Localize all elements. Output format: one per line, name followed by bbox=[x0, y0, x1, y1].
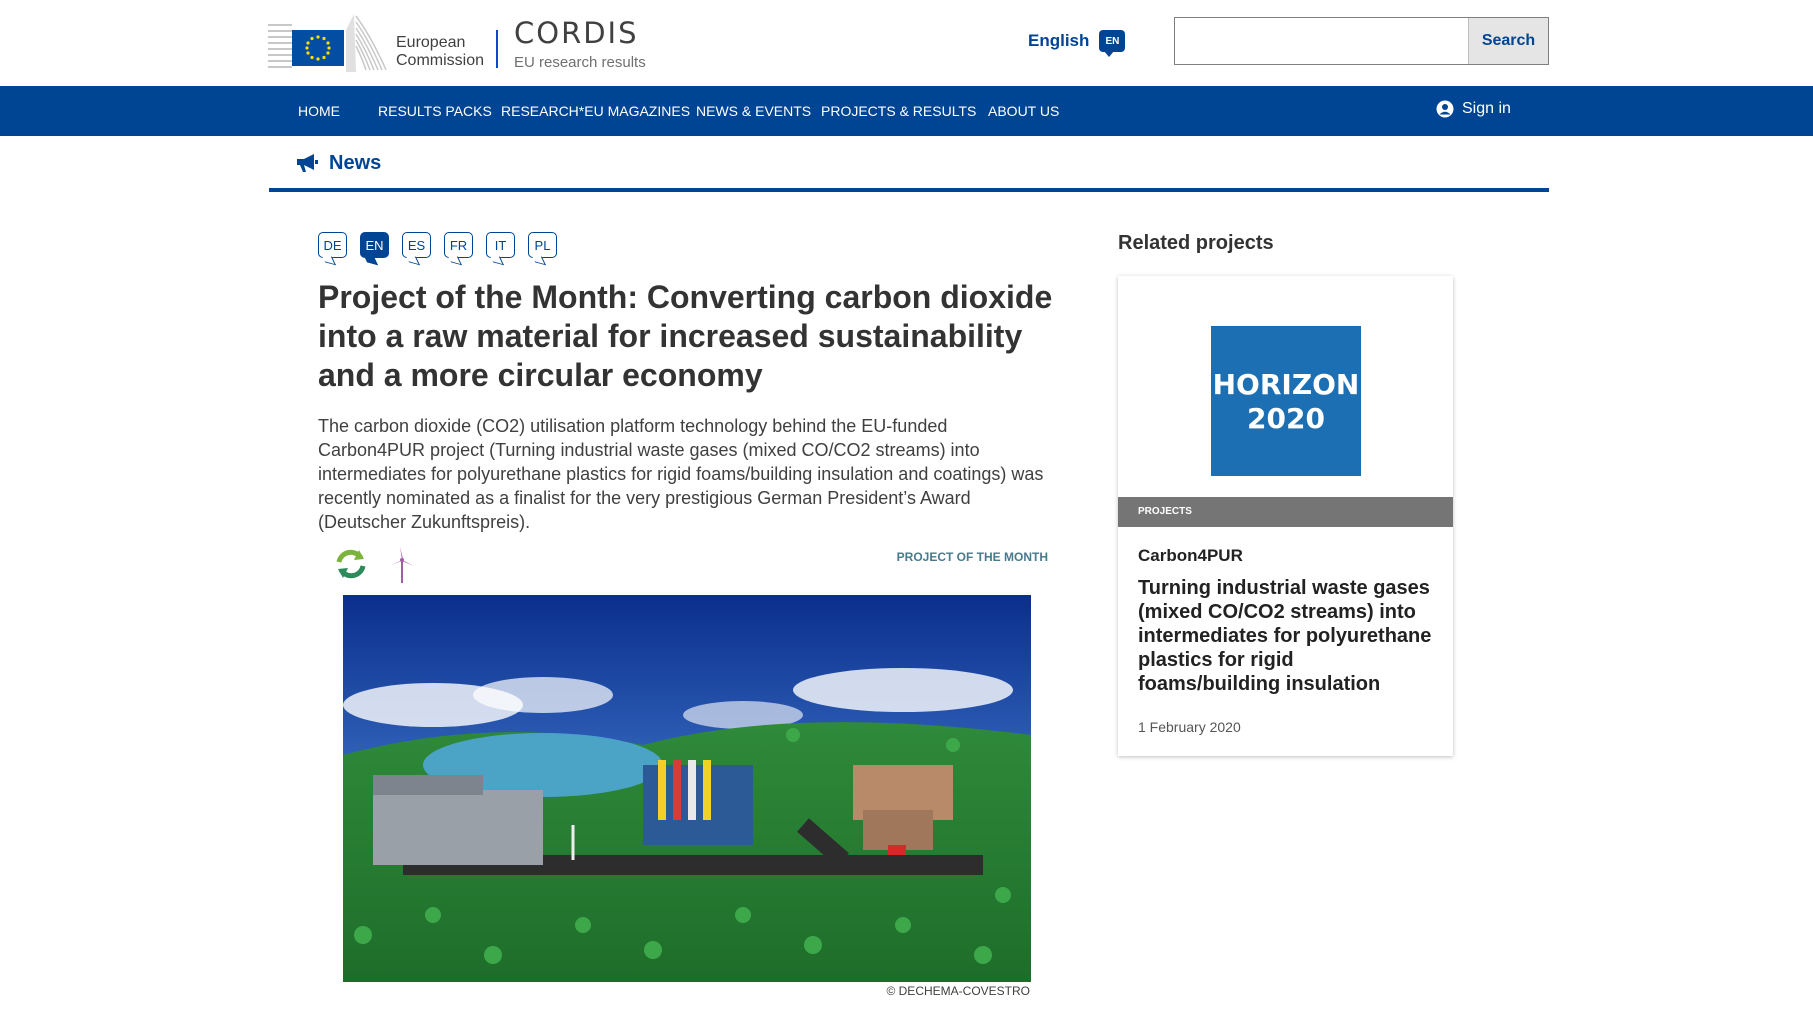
article-language-list: DE EN ES FR IT PL bbox=[318, 232, 557, 258]
nav-item-results-packs[interactable]: RESULTS PACKS bbox=[378, 103, 492, 119]
nav-item-about-us[interactable]: ABOUT US bbox=[988, 103, 1059, 119]
language-chip-es[interactable]: ES bbox=[402, 232, 431, 258]
horizon-2020-logo: HORIZON 2020 bbox=[1211, 326, 1361, 476]
language-selector[interactable]: English EN bbox=[1028, 30, 1126, 57]
language-chip-it[interactable]: IT bbox=[486, 232, 515, 258]
related-projects-heading: Related projects bbox=[1118, 232, 1274, 254]
section-title[interactable]: News bbox=[329, 152, 381, 175]
project-acronym[interactable]: Carbon4PUR bbox=[1138, 546, 1243, 566]
sign-in-label: Sign in bbox=[1462, 100, 1511, 117]
article-tag[interactable]: PROJECT OF THE MONTH bbox=[800, 550, 1048, 564]
megaphone-icon bbox=[297, 154, 318, 172]
search-button[interactable]: Search bbox=[1468, 18, 1548, 64]
language-chip-pl[interactable]: PL bbox=[528, 232, 557, 258]
project-date: 1 February 2020 bbox=[1138, 719, 1241, 735]
wind-turbine-icon[interactable] bbox=[387, 546, 417, 584]
project-title[interactable]: Turning industrial waste gases (mixed CO… bbox=[1138, 576, 1438, 696]
category-icons bbox=[333, 546, 417, 584]
search-form: Search bbox=[1174, 17, 1549, 65]
language-chip-de[interactable]: DE bbox=[318, 232, 347, 258]
sign-in-link[interactable]: Sign in bbox=[1436, 100, 1511, 118]
site-header: European Commission CORDIS EU research r… bbox=[0, 0, 1813, 86]
horizon-2020-logo-line1: HORIZON bbox=[1212, 368, 1360, 401]
related-project-card[interactable]: HORIZON 2020 PROJECTS Carbon4PUR Turning… bbox=[1118, 276, 1453, 756]
horizon-2020-logo-line2: 2020 bbox=[1247, 402, 1325, 435]
user-icon bbox=[1436, 100, 1454, 118]
search-input[interactable] bbox=[1175, 18, 1468, 64]
language-chip-en[interactable]: EN bbox=[360, 232, 389, 258]
ec-wordmark-line2: Commission bbox=[396, 52, 485, 69]
nav-item-news-events[interactable]: NEWS & EVENTS bbox=[696, 103, 811, 119]
language-label: English bbox=[1028, 31, 1090, 50]
main-navigation: HOME RESULTS PACKS RESEARCH*EU MAGAZINES… bbox=[0, 86, 1813, 136]
ec-wordmark-line1: European bbox=[396, 34, 466, 51]
image-credit: © DECHEMA-COVESTRO bbox=[886, 984, 1030, 998]
nav-item-projects-results[interactable]: PROJECTS & RESULTS bbox=[821, 103, 976, 119]
nav-item-home[interactable]: HOME bbox=[298, 103, 340, 119]
article-title: Project of the Month: Converting carbon … bbox=[318, 279, 1053, 393]
language-code-badge: EN bbox=[1099, 30, 1126, 57]
language-chip-fr[interactable]: FR bbox=[444, 232, 473, 258]
section-bar: News bbox=[269, 138, 1549, 192]
nav-item-research-eu-magazines[interactable]: RESEARCH*EU MAGAZINES bbox=[501, 103, 690, 119]
article-lead: The carbon dioxide (CO2) utilisation pla… bbox=[318, 416, 1044, 532]
site-title[interactable]: CORDIS bbox=[514, 16, 639, 50]
ec-wordmark: European Commission bbox=[396, 34, 484, 70]
card-category-strip: PROJECTS bbox=[1118, 497, 1453, 527]
recycle-icon[interactable] bbox=[333, 546, 369, 582]
site-subtitle: EU research results bbox=[514, 54, 646, 71]
article-hero-image bbox=[343, 595, 1031, 982]
logo-divider bbox=[496, 30, 498, 68]
